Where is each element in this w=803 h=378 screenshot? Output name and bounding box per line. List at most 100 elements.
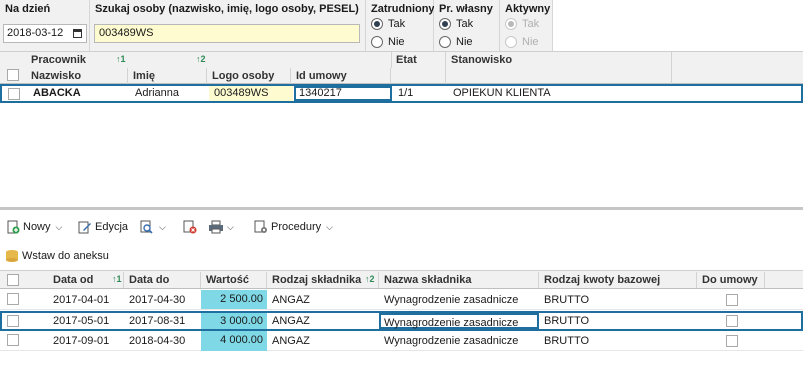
active-yes-radio: Tak — [505, 17, 539, 31]
cell-position: OPIEKUN KLIENTA — [453, 87, 551, 99]
row-checkbox[interactable] — [7, 293, 19, 305]
radio-label: Nie — [456, 36, 473, 48]
toolbar: Nowy ⌵ Edycja ⌵ ⌵ Procedury ⌵ — [0, 210, 803, 242]
database-icon — [5, 249, 19, 263]
edit-icon — [78, 220, 92, 234]
cell-date-from: 2017-04-01 — [53, 294, 110, 306]
column-header-position[interactable]: Stanowisko — [446, 52, 672, 84]
own-yes-radio[interactable]: Tak — [439, 17, 473, 31]
table-row[interactable]: 2017-05-01 2017-08-31 3 000.00 ANGAZ Wyn… — [0, 311, 803, 331]
column-header-etat[interactable]: Etat — [391, 52, 446, 84]
radio-label: Tak — [456, 18, 474, 30]
radio-empty-icon — [439, 36, 451, 48]
sort-priority-1-icon[interactable]: ↑1 — [112, 274, 122, 284]
row-checkbox[interactable] — [8, 88, 20, 100]
cell-date-to: 2017-04-30 — [129, 294, 186, 306]
column-etat-top — [210, 52, 392, 68]
radio-empty-icon — [371, 36, 383, 48]
cell-logo: 003489WS — [209, 86, 293, 101]
chevron-down-icon[interactable]: ⌵ — [326, 222, 333, 233]
column-header-base-amount-type[interactable]: Rodzaj kwoty bazowej — [539, 272, 697, 288]
active-no-radio: Nie — [505, 35, 539, 49]
table-row[interactable]: 2017-09-01 2018-04-30 4 000.00 ANGAZ Wyn… — [0, 331, 803, 351]
delete-button[interactable] — [183, 218, 197, 236]
radio-selected-icon — [439, 18, 451, 30]
date-value: 2018-03-12 — [7, 27, 64, 39]
column-header-component-type[interactable]: Rodzaj składnika — [267, 272, 379, 288]
search-label: Szukaj osoby (nazwisko, imię, logo osoby… — [95, 3, 359, 15]
sort-priority-2-icon[interactable]: ↑2 — [196, 54, 206, 64]
delete-document-icon — [183, 220, 197, 234]
insert-annex-button[interactable]: Wstaw do aneksu — [5, 247, 109, 265]
new-button[interactable]: Nowy ⌵ — [6, 218, 62, 236]
row-checkbox[interactable] — [7, 315, 19, 327]
filter-panel: Na dzień 2018-03-12 Szukaj osoby (nazwis… — [0, 0, 803, 51]
new-document-icon — [6, 220, 20, 234]
employed-yes-radio[interactable]: Tak — [371, 17, 405, 31]
sort-priority-2-icon[interactable]: ↑2 — [365, 274, 375, 284]
to-contract-checkbox[interactable] — [726, 294, 738, 306]
secondary-toolbar: Wstaw do aneksu — [0, 242, 803, 270]
cell-surname: ABACKA — [33, 87, 81, 99]
cell-contract-id[interactable]: 1340217 — [294, 86, 392, 101]
procedures-gear-icon — [254, 220, 268, 234]
sort-priority-1-icon[interactable]: ↑1 — [116, 54, 126, 64]
magnifier-icon — [140, 220, 154, 234]
column-header-to-contract[interactable]: Do umowy — [697, 272, 765, 288]
column-header-contract-id[interactable]: Id umowy — [291, 68, 391, 84]
own-no-radio[interactable]: Nie — [439, 35, 473, 49]
column-header-component-name[interactable]: Nazwa składnika — [379, 272, 539, 288]
cell-component-name[interactable]: Wynagrodzenie zasadnicze — [379, 313, 539, 329]
radio-selected-icon — [505, 18, 517, 30]
search-value: 003489WS — [99, 27, 154, 39]
edit-button[interactable]: Edycja — [78, 218, 128, 236]
column-header-name[interactable]: Imię — [128, 68, 207, 84]
row-checkbox[interactable] — [7, 334, 19, 346]
radio-label: Nie — [388, 36, 405, 48]
radio-selected-icon — [371, 18, 383, 30]
employed-no-radio[interactable]: Nie — [371, 35, 405, 49]
cell-date-from: 2017-09-01 — [53, 335, 110, 347]
active-filter-group: Aktywny Tak Nie — [500, 0, 553, 51]
cell-base-amount-type: BRUTTO — [544, 315, 590, 327]
date-field[interactable]: 2018-03-12 — [3, 24, 87, 43]
select-all-checkbox[interactable] — [7, 69, 19, 81]
table-row[interactable]: 2017-04-01 2017-04-30 2 500.00 ANGAZ Wyn… — [0, 290, 803, 310]
table-row[interactable]: ABACKA Adrianna 003489WS 1340217 1/1 OPI… — [0, 84, 803, 103]
cell-date-to: 2018-04-30 — [129, 335, 186, 347]
column-header-date-to[interactable]: Data do — [124, 272, 201, 288]
employed-filter-group: Zatrudniony Tak Nie — [366, 0, 435, 51]
procedures-button[interactable]: Procedury ⌵ — [254, 218, 333, 236]
printer-icon — [208, 220, 223, 234]
to-contract-checkbox[interactable] — [726, 335, 738, 347]
chevron-down-icon[interactable]: ⌵ — [56, 222, 63, 233]
cell-component-name: Wynagrodzenie zasadnicze — [384, 294, 519, 306]
edit-button-label: Edycja — [95, 221, 129, 233]
cell-base-amount-type: BRUTTO — [544, 294, 590, 306]
chevron-down-icon[interactable]: ⌵ — [227, 222, 234, 233]
print-button[interactable]: ⌵ — [208, 218, 234, 236]
column-header-surname[interactable]: Nazwisko — [26, 68, 128, 84]
own-label: Pr. własny — [439, 3, 493, 15]
to-contract-checkbox[interactable] — [726, 315, 738, 327]
insert-annex-label: Wstaw do aneksu — [22, 250, 109, 262]
column-header-logo[interactable]: Logo osoby — [207, 68, 291, 84]
cell-value: 2 500.00 — [201, 290, 267, 309]
components-grid-header: Data od ↑1 Data do Wartość Rodzaj składn… — [0, 270, 803, 289]
active-label: Aktywny — [505, 3, 551, 15]
cell-date-to: 2017-08-31 — [129, 315, 186, 327]
new-button-label: Nowy — [23, 221, 51, 233]
column-header-value[interactable]: Wartość — [201, 272, 267, 288]
cell-name: Adrianna — [135, 87, 180, 99]
cell-value: 3 000.00 — [201, 313, 267, 329]
cell-component-type: ANGAZ — [272, 315, 310, 327]
chevron-down-icon[interactable]: ⌵ — [159, 222, 166, 233]
search-input[interactable]: 003489WS — [94, 24, 360, 43]
cell-base-amount-type: BRUTTO — [544, 335, 590, 347]
radio-label: Tak — [388, 18, 406, 30]
search-button[interactable]: ⌵ — [140, 218, 166, 236]
procedures-button-label: Procedury — [271, 221, 322, 233]
calendar-icon[interactable] — [73, 29, 82, 38]
select-all-checkbox[interactable] — [7, 274, 19, 286]
employed-label: Zatrudniony — [371, 3, 435, 15]
